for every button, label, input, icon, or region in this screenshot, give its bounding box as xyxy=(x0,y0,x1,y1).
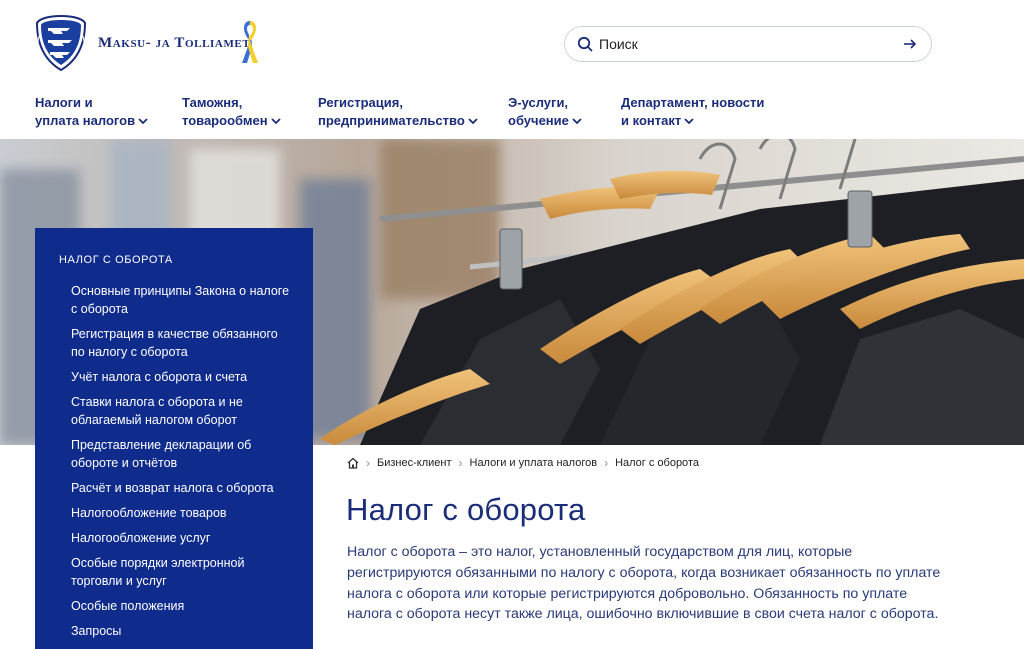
estonian-crest-icon xyxy=(35,14,87,72)
site-logo[interactable]: Maksu- ja Tolliamet xyxy=(34,14,250,72)
logo-text: Maksu- ja Tolliamet xyxy=(98,34,251,51)
nav-item-label: Налоги и xyxy=(35,95,93,110)
breadcrumb-separator-icon: › xyxy=(604,456,609,470)
nav-item-label: Департамент, новости xyxy=(621,95,765,110)
chevron-down-icon xyxy=(138,117,148,124)
sidebar-item-registration[interactable]: Регистрация в качестве обязанного по нал… xyxy=(59,325,293,361)
breadcrumb: › Бизнес-клиент › Налоги и уплата налого… xyxy=(347,456,699,470)
chevron-down-icon xyxy=(572,117,582,124)
lead-paragraph: Налог с оборота – это налог, установленн… xyxy=(347,544,941,623)
breadcrumb-business[interactable]: Бизнес-клиент xyxy=(377,457,452,469)
main-nav: Налоги и уплата налогов Таможня, товароо… xyxy=(0,94,1024,134)
chevron-down-icon xyxy=(270,117,281,124)
sidebar-item-goods[interactable]: Налогообложение товаров xyxy=(59,504,293,522)
breadcrumb-separator-icon: › xyxy=(366,456,370,470)
breadcrumb-taxes[interactable]: Налоги и уплата налогов xyxy=(470,457,598,469)
chevron-down-icon xyxy=(468,117,478,124)
search-bar[interactable] xyxy=(564,26,932,62)
nav-item-registration[interactable]: Регистрация, предпринимательство xyxy=(318,94,478,130)
sidebar-item-rates[interactable]: Ставки налога с оборота и не облагаемый … xyxy=(59,393,293,429)
nav-item-department[interactable]: Департамент, новости и контакт xyxy=(621,94,764,130)
nav-item-label: и контакт xyxy=(621,113,682,128)
page-title: Налог с оборота xyxy=(346,492,586,527)
sidebar-item-accounting[interactable]: Учёт налога с оборота и счета xyxy=(59,368,293,386)
nav-item-label: предпринимательство xyxy=(318,113,465,128)
sidebar-item-services[interactable]: Налогообложение услуг xyxy=(59,529,293,547)
search-input[interactable] xyxy=(599,36,903,52)
breadcrumb-separator-icon: › xyxy=(458,456,463,470)
ukraine-ribbon-icon xyxy=(242,21,258,63)
sidebar-list: Основные принципы Закона о налоге с обор… xyxy=(59,282,293,640)
sidebar-item-principles[interactable]: Основные принципы Закона о налоге с обор… xyxy=(59,282,293,318)
sidebar-item-declarations[interactable]: Представление декларации об обороте и от… xyxy=(59,436,293,472)
nav-item-label: Э-услуги, xyxy=(508,95,569,110)
nav-item-customs[interactable]: Таможня, товарообмен xyxy=(182,94,281,130)
search-icon xyxy=(577,36,593,52)
sidebar-item-calculation[interactable]: Расчёт и возврат налога с оборота xyxy=(59,479,293,497)
nav-item-label: обучение xyxy=(508,113,569,128)
sidebar-item-special[interactable]: Особые положения xyxy=(59,597,293,615)
nav-item-label: Регистрация, xyxy=(318,95,403,110)
nav-item-taxes[interactable]: Налоги и уплата налогов xyxy=(35,94,148,130)
sidebar-item-ecommerce[interactable]: Особые порядки электронной торговли и ус… xyxy=(59,554,293,590)
sidebar-item-requests[interactable]: Запросы xyxy=(59,622,293,640)
home-icon[interactable] xyxy=(347,457,359,469)
nav-item-label: товарообмен xyxy=(182,113,268,128)
arrow-right-icon[interactable] xyxy=(903,38,917,50)
nav-item-label: Таможня, xyxy=(182,95,243,110)
breadcrumb-current: Налог с оборота xyxy=(615,457,699,469)
nav-item-e-services[interactable]: Э-услуги, обучение xyxy=(508,94,582,130)
section-sidebar: НАЛОГ С ОБОРОТА Основные принципы Закона… xyxy=(35,228,313,649)
nav-item-label: уплата налогов xyxy=(35,113,136,128)
sidebar-title: НАЛОГ С ОБОРОТА xyxy=(59,254,173,266)
chevron-down-icon xyxy=(684,117,694,124)
